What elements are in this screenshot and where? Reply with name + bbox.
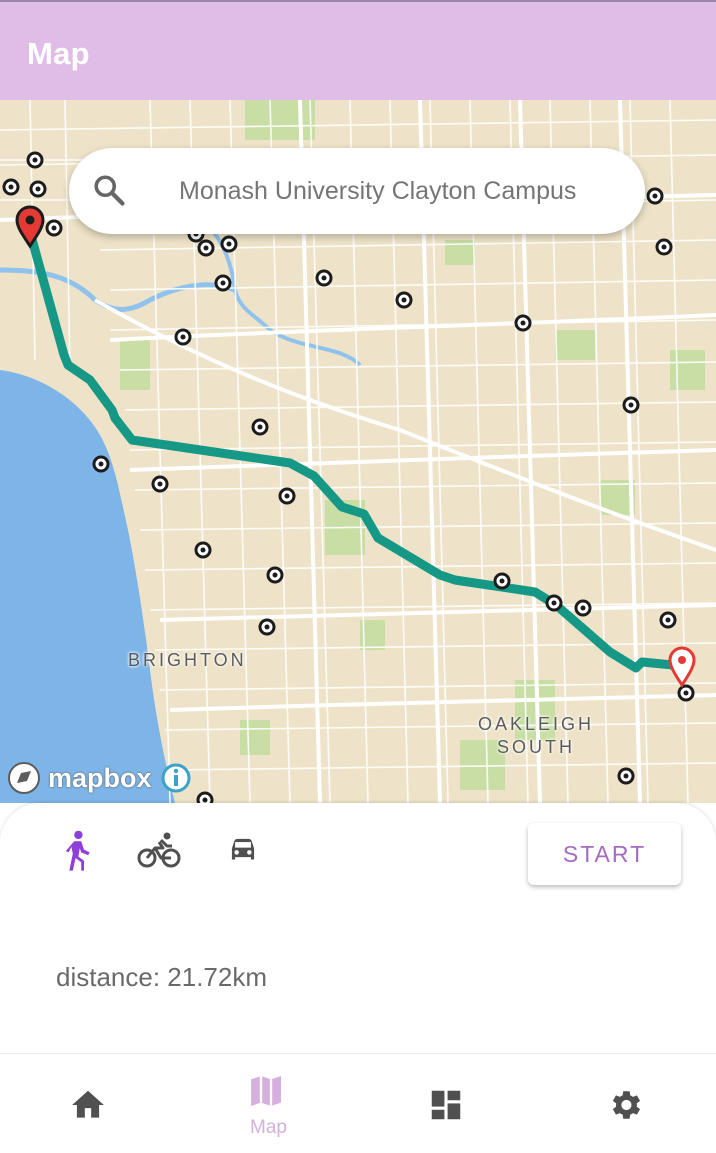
mapbox-wordmark: mapbox xyxy=(48,762,152,793)
search-bar[interactable] xyxy=(69,148,645,234)
map-label-brighton: BRIGHTON xyxy=(128,650,247,670)
search-icon[interactable] xyxy=(91,172,127,208)
info-icon xyxy=(161,763,191,793)
bottom-navigation xyxy=(0,1053,716,1153)
distance-text: distance: 21.72km xyxy=(56,962,268,992)
map-label-oakleigh: OAKLEIGH xyxy=(478,714,595,734)
page-title: Map xyxy=(27,36,90,71)
origin-marker xyxy=(15,205,45,249)
attribution-info-button[interactable] xyxy=(160,762,192,799)
destination-marker xyxy=(668,646,696,688)
nav-label-map: Map xyxy=(250,1117,287,1138)
walk-mode-button[interactable] xyxy=(60,830,94,877)
car-mode-button[interactable] xyxy=(224,830,262,875)
home-icon xyxy=(72,1090,104,1118)
nav-item-dashboard[interactable] xyxy=(358,1054,537,1153)
app-bar: Map xyxy=(0,0,716,100)
bike-icon xyxy=(137,832,181,868)
mapbox-logo: mapbox xyxy=(6,760,152,796)
mapbox-compass-icon xyxy=(8,762,40,794)
map-label-south: SOUTH xyxy=(497,737,575,757)
dashboard-icon xyxy=(431,1090,461,1120)
start-button[interactable]: START xyxy=(528,823,681,885)
search-input[interactable] xyxy=(179,148,629,234)
walk-icon xyxy=(65,830,90,871)
settings-icon xyxy=(612,1091,641,1119)
bike-mode-button[interactable] xyxy=(137,830,181,875)
car-icon xyxy=(231,838,255,860)
nav-item-home[interactable] xyxy=(0,1054,179,1153)
nav-item-settings[interactable] xyxy=(537,1054,716,1153)
map-icon xyxy=(251,1076,281,1106)
